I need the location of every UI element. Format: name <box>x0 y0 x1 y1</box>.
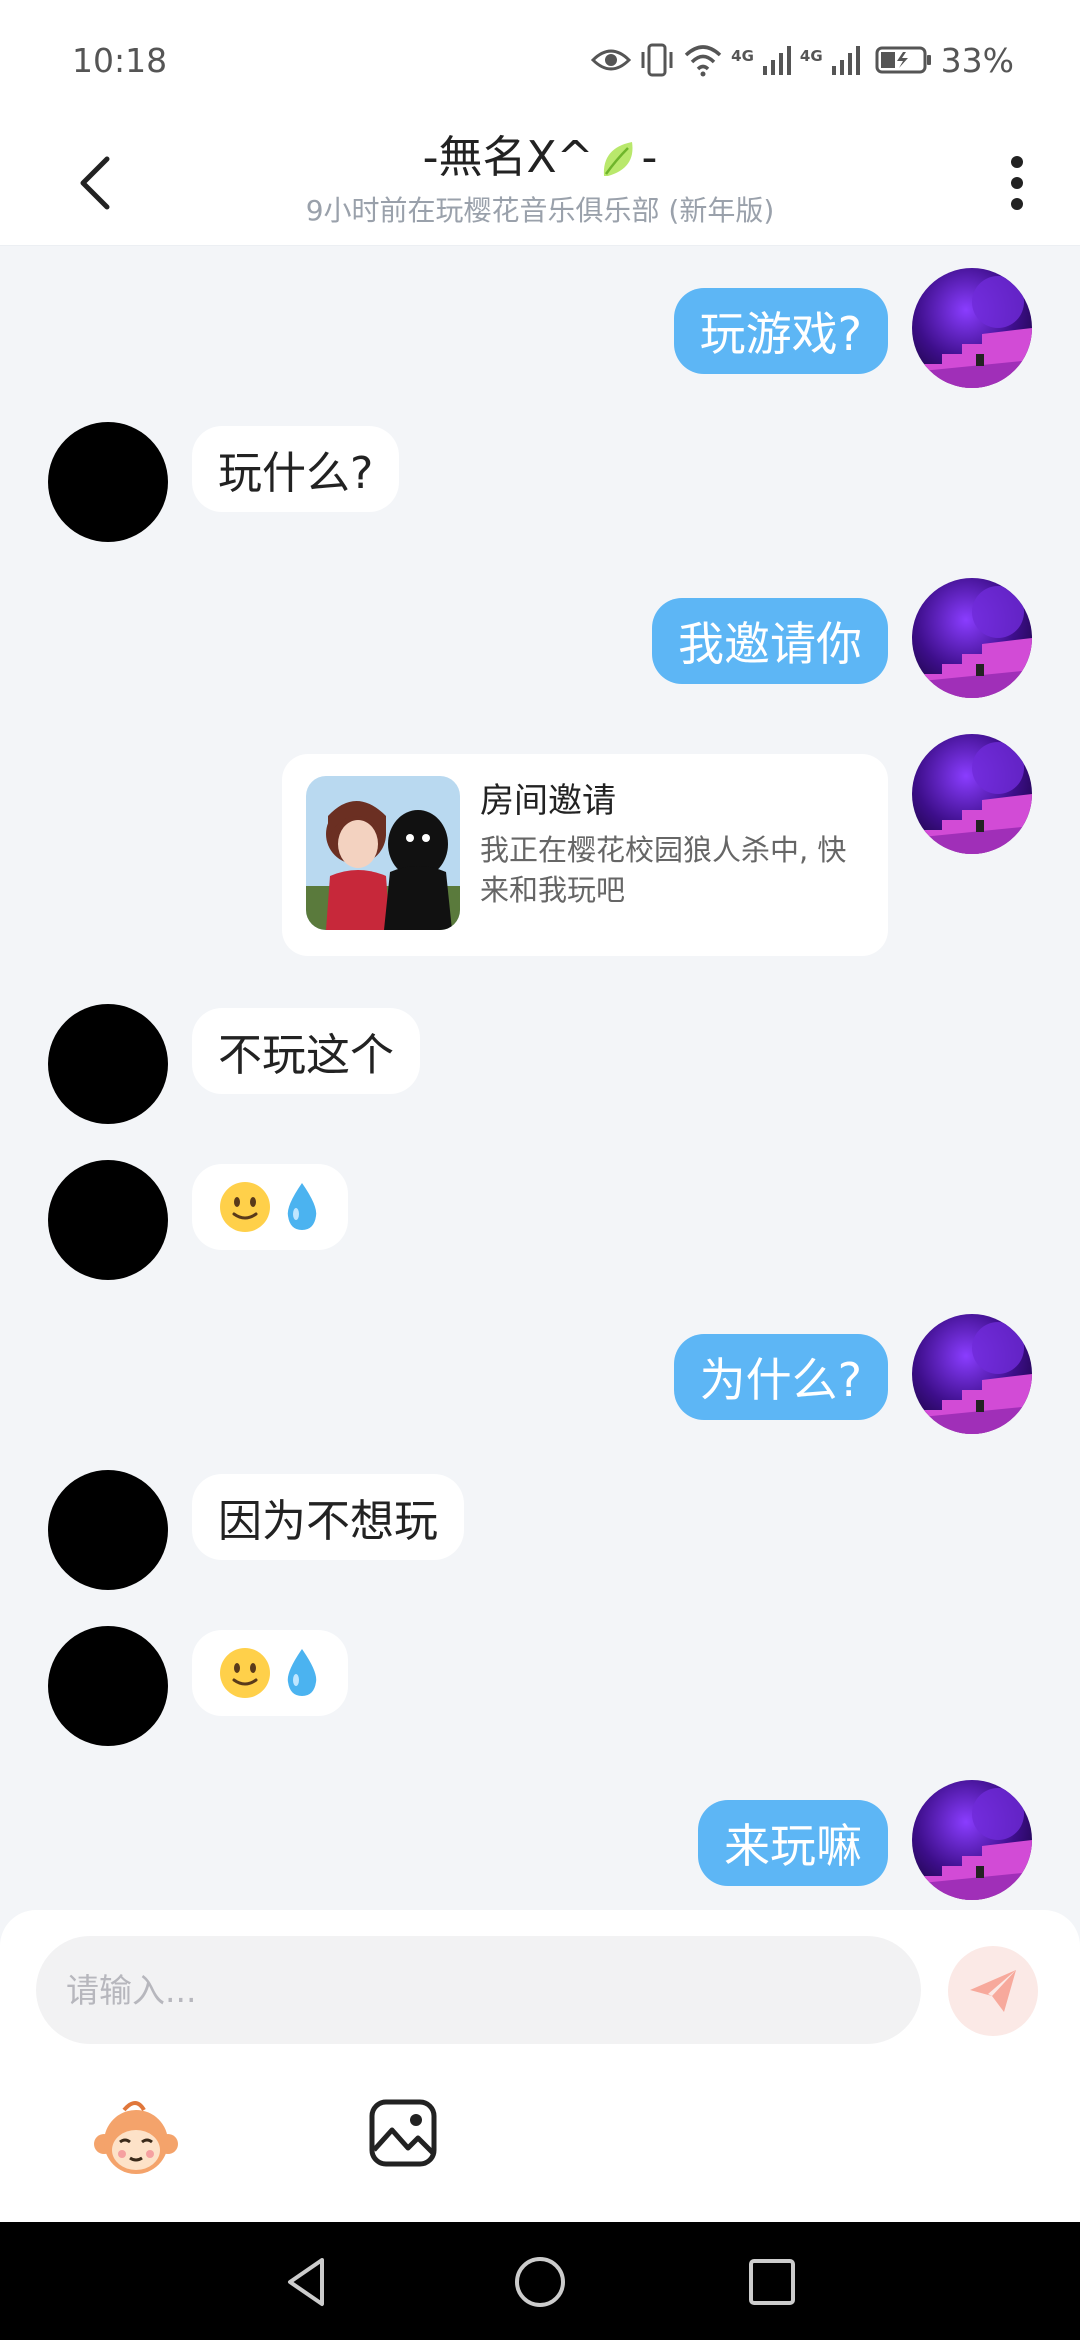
status-icons: 4G 4G 33% <box>591 41 1014 80</box>
message-list[interactable]: 玩游戏? 玩什么? 我邀请你 房间邀请 我正在樱花校园狼人杀中, 快 来和我玩吧… <box>0 246 1080 1910</box>
circle-home-icon <box>515 2257 565 2307</box>
signal-icon <box>831 46 860 75</box>
self-avatar[interactable] <box>912 268 1032 388</box>
sticker-button[interactable] <box>92 2096 180 2184</box>
staircase-avatar-image <box>912 1780 1032 1900</box>
staircase-avatar-image <box>912 1314 1032 1434</box>
network-type-label-2: 4G <box>799 46 823 65</box>
composer-panel <box>0 1910 1080 2222</box>
staircase-avatar-image <box>912 268 1032 388</box>
nav-back-button[interactable] <box>280 2254 336 2310</box>
battery-icon <box>875 46 931 74</box>
invite-title: 房间邀请 <box>480 781 616 821</box>
invite-description-line: 来和我玩吧 <box>480 873 626 907</box>
message-bubble-self[interactable]: 玩游戏? <box>673 288 888 374</box>
chat-title: -無名X^ - <box>200 126 880 190</box>
image-icon <box>369 2099 437 2167</box>
triangle-back-icon <box>288 2258 324 2306</box>
eye-icon <box>591 49 632 71</box>
message-input[interactable] <box>36 1936 921 2044</box>
chat-title-suffix: - <box>641 132 658 183</box>
title-block: -無名X^ - 9小时前在玩樱花音乐俱乐部 (新年版) <box>200 126 880 230</box>
message-bubble-other[interactable]: 因为不想玩 <box>192 1474 464 1560</box>
slightly-smiling-face-icon <box>220 1648 270 1698</box>
staircase-avatar-image <box>912 734 1032 854</box>
vibrate-icon <box>641 43 673 77</box>
status-time: 10:18 <box>72 40 168 80</box>
droplet-icon <box>287 1649 317 1696</box>
self-avatar[interactable] <box>912 578 1032 698</box>
monkey-sticker-icon <box>94 2101 178 2174</box>
invite-game-thumbnail <box>306 776 460 930</box>
paper-plane-icon <box>970 1970 1016 2012</box>
contact-avatar[interactable] <box>48 1160 168 1280</box>
more-options-button[interactable] <box>982 142 1052 224</box>
network-type-label-1: 4G <box>731 46 754 65</box>
chat-subtitle: 9小时前在玩樱花音乐俱乐部 (新年版) <box>305 194 775 227</box>
chat-screen: 10:18 4G 4G 33% -無名X^ - 9小时前在玩樱花音乐俱乐部 (新… <box>0 0 1080 2340</box>
chevron-left-icon <box>80 156 110 210</box>
square-recents-icon <box>749 2259 795 2305</box>
invite-text-block: 房间邀请 我正在樱花校园狼人杀中, 快 来和我玩吧 <box>480 776 846 934</box>
chat-header: -無名X^ - 9小时前在玩樱花音乐俱乐部 (新年版) <box>0 120 1080 246</box>
chat-title-name: -無名X^ <box>422 132 594 183</box>
send-button[interactable] <box>948 1946 1038 2036</box>
status-bar: 10:18 4G 4G 33% <box>0 0 1080 120</box>
self-avatar[interactable] <box>912 1314 1032 1434</box>
signal-icon <box>762 46 791 75</box>
self-avatar[interactable] <box>912 734 1032 854</box>
message-bubble-self[interactable]: 来玩嘛 <box>698 1800 888 1886</box>
leaf-icon <box>603 142 632 176</box>
back-button[interactable] <box>60 142 130 224</box>
droplet-icon <box>287 1183 317 1230</box>
message-bubble-self[interactable]: 我邀请你 <box>652 598 888 684</box>
message-bubble-self[interactable]: 为什么? <box>673 1334 888 1420</box>
contact-avatar[interactable] <box>48 1626 168 1746</box>
message-bubble-other[interactable]: 不玩这个 <box>192 1008 420 1094</box>
system-navigation-bar <box>0 2222 1080 2340</box>
self-avatar[interactable] <box>912 1780 1032 1900</box>
emoji-message-bubble[interactable]: 🙂💧 <box>192 1164 348 1250</box>
staircase-avatar-image <box>912 578 1032 698</box>
more-vertical-icon <box>1011 156 1023 210</box>
image-picker-button[interactable] <box>368 2098 438 2168</box>
invite-description-line: 我正在樱花校园狼人杀中, 快 <box>480 833 847 867</box>
nav-recents-button[interactable] <box>744 2254 800 2310</box>
invite-description: 我正在樱花校园狼人杀中, 快 来和我玩吧 <box>480 830 846 910</box>
nav-home-button[interactable] <box>512 2254 568 2310</box>
emoji-message-bubble[interactable]: 🙂💧 <box>192 1630 348 1716</box>
room-invite-card[interactable]: 房间邀请 我正在樱花校园狼人杀中, 快 来和我玩吧 <box>282 754 888 956</box>
contact-avatar[interactable] <box>48 1004 168 1124</box>
contact-avatar[interactable] <box>48 422 168 542</box>
slightly-smiling-face-icon <box>220 1182 270 1232</box>
contact-avatar[interactable] <box>48 1470 168 1590</box>
message-bubble-other[interactable]: 玩什么? <box>192 426 400 512</box>
game-cover-image <box>306 776 460 930</box>
battery-percent: 33% <box>940 40 1014 80</box>
wifi-icon <box>684 45 722 77</box>
